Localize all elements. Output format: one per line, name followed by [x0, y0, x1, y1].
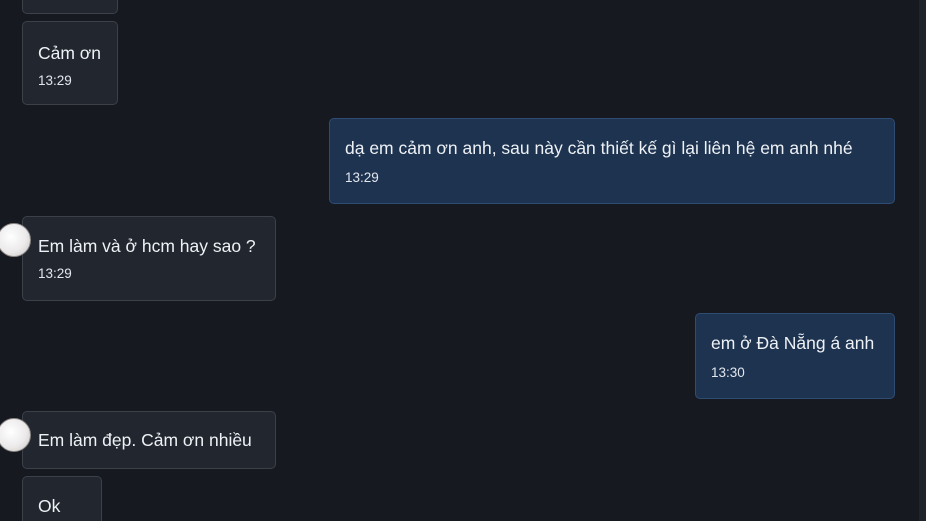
message-timestamp: 13:30	[711, 365, 745, 380]
chat-thread: Cảm ơn 13:29 dạ em cảm ơn anh, sau này c…	[0, 0, 926, 521]
message-incoming[interactable]: Cảm ơn 13:29	[22, 21, 118, 105]
message-incoming[interactable]: Em làm đẹp. Cảm ơn nhiều	[0, 411, 276, 469]
message-incoming[interactable]	[22, 0, 118, 14]
message-incoming[interactable]: Ok	[22, 476, 102, 521]
message-text: Cảm ơn	[38, 43, 102, 63]
message-outgoing[interactable]: em ở Đà Nẵng á anh 13:30	[695, 313, 895, 399]
message-incoming[interactable]: Em làm và ở hcm hay sao ? 13:29	[0, 216, 276, 301]
message-outgoing[interactable]: dạ em cảm ơn anh, sau này cần thiết kế g…	[329, 118, 895, 204]
message-text: dạ em cảm ơn anh, sau này cần thiết kế g…	[345, 138, 853, 158]
message-timestamp: 13:29	[38, 73, 72, 88]
message-timestamp: 13:29	[345, 170, 379, 185]
message-timestamp: 13:29	[38, 266, 72, 281]
sender-avatar[interactable]	[0, 418, 31, 452]
sender-avatar[interactable]	[0, 223, 31, 257]
message-text: Ok	[38, 496, 61, 516]
message-text: Em làm đẹp. Cảm ơn nhiều	[38, 430, 252, 450]
message-text: Em làm và ở hcm hay sao ?	[38, 236, 256, 256]
message-text: em ở Đà Nẵng á anh	[711, 333, 875, 353]
scrollbar[interactable]	[919, 0, 926, 521]
